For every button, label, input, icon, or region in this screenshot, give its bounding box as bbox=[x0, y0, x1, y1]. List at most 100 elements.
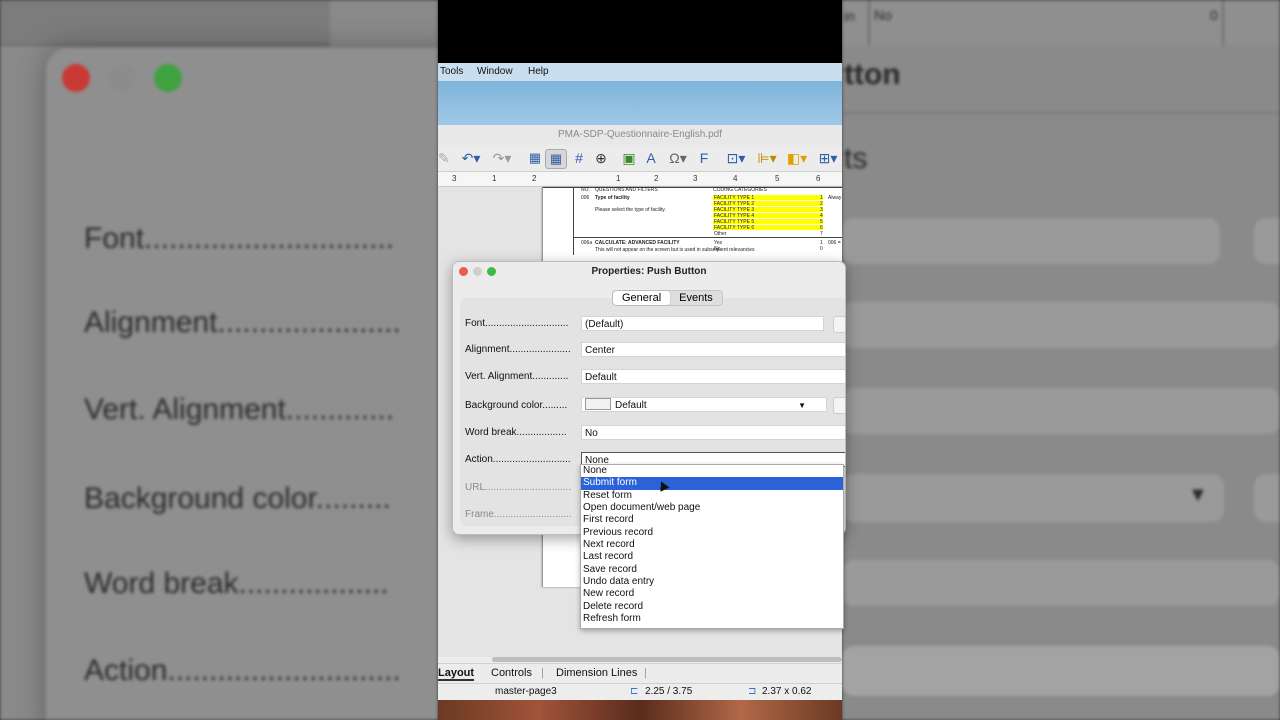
action-option[interactable]: Delete record bbox=[581, 601, 843, 613]
arrange-icon[interactable]: ◧▾ bbox=[784, 149, 810, 167]
tab-general[interactable]: General bbox=[613, 291, 671, 305]
status-position: 2.25 / 3.75 bbox=[645, 686, 693, 697]
tab-events[interactable]: Events bbox=[670, 291, 722, 305]
vert-alignment-label: Vert. Alignment............. bbox=[465, 371, 569, 382]
background-top-strip bbox=[0, 0, 330, 46]
menu-tools[interactable]: Tools bbox=[440, 66, 463, 77]
tab-layout[interactable]: Layout bbox=[438, 667, 475, 681]
menu-help[interactable]: Help bbox=[528, 66, 549, 77]
doc-q2-note: This will not appear on the screen but i… bbox=[595, 247, 755, 253]
background-background-color-label: Background color......... bbox=[84, 482, 391, 515]
text-box-icon[interactable]: A bbox=[642, 149, 660, 167]
tab-dimension-lines[interactable]: Dimension Lines bbox=[556, 667, 637, 679]
redo-icon[interactable]: ↷▾ bbox=[488, 149, 516, 167]
background-color-browse-button[interactable] bbox=[833, 397, 845, 414]
action-dropdown-list: None Submit form Reset form Open documen… bbox=[580, 464, 844, 629]
special-character-icon[interactable]: Ω▾ bbox=[664, 149, 692, 167]
background-vert-alignment-field bbox=[842, 388, 1280, 434]
doc-no: No bbox=[714, 246, 721, 252]
action-option[interactable]: Reset form bbox=[581, 490, 843, 502]
layer-tabs: Layout Controls | Dimension Lines | bbox=[438, 663, 842, 684]
action-option-selected[interactable]: Submit form bbox=[581, 477, 843, 490]
action-option[interactable]: Undo data entry bbox=[581, 576, 843, 588]
fontwork-icon[interactable]: F bbox=[696, 149, 712, 167]
color-swatch bbox=[585, 398, 611, 410]
clone-formatting-icon[interactable]: ✎ bbox=[438, 149, 450, 167]
desktop-wallpaper bbox=[438, 81, 842, 125]
font-field[interactable]: (Default) bbox=[581, 316, 824, 331]
action-option[interactable]: First record bbox=[581, 514, 843, 526]
alignment-select[interactable]: Center bbox=[581, 342, 845, 357]
action-option[interactable]: Save record bbox=[581, 564, 843, 576]
background-color-field bbox=[842, 474, 1224, 522]
doc-side-note: Alway bbox=[828, 195, 842, 201]
doc-q1-title: Type of facility bbox=[595, 195, 630, 201]
zoom-icon[interactable]: ⊕ bbox=[592, 149, 610, 167]
menu-window[interactable]: Window bbox=[477, 66, 513, 77]
ruler-mark: 3 bbox=[693, 174, 698, 183]
toolbar: ✎ ↶▾ ↷▾ ▦ ▦ # ⊕ ▣ A Ω▾ F ⊡▾ ⊫▾ ◧▾ ⊞▾ bbox=[438, 145, 842, 172]
ruler-mark: 6 bbox=[816, 174, 821, 183]
ruler-mark: 1 bbox=[492, 174, 497, 183]
background-color-select[interactable]: Default ▼ bbox=[581, 397, 827, 412]
dialog-title: Properties: Push Button bbox=[591, 266, 707, 277]
background-title-fragment: tton bbox=[844, 58, 901, 91]
tab-controls[interactable]: Controls bbox=[491, 667, 532, 679]
doc-no-code: 0 bbox=[820, 246, 823, 252]
horizontal-scrollbar[interactable] bbox=[492, 657, 842, 662]
doc-q2-title: CALCULATE: ADVANCED FACILITY bbox=[595, 240, 680, 246]
background-action-field bbox=[842, 646, 1280, 696]
background-vert-alignment-label: Vert. Alignment............. bbox=[84, 393, 395, 426]
action-option[interactable]: None bbox=[581, 465, 843, 477]
bottom-wallpaper-strip bbox=[438, 700, 842, 720]
action-option[interactable]: Previous record bbox=[581, 527, 843, 539]
background-color-value: Default bbox=[615, 400, 647, 411]
background-close-dot bbox=[62, 64, 90, 92]
status-bar: master-page3 ⊏ 2.25 / 3.75 ⊐ 2.37 x 0.62 bbox=[438, 683, 842, 701]
background-top-text-3: 0 bbox=[1210, 7, 1218, 23]
ruler-mark: 3 bbox=[452, 174, 457, 183]
background-alignment-label: Alignment...................... bbox=[84, 306, 401, 339]
transformations-icon[interactable]: ⊡▾ bbox=[722, 149, 750, 167]
helplines-icon[interactable]: # bbox=[570, 149, 588, 167]
alignment-label: Alignment...................... bbox=[465, 344, 571, 355]
action-label: Action............................ bbox=[465, 454, 571, 465]
action-option[interactable]: Next record bbox=[581, 539, 843, 551]
action-option[interactable]: Last record bbox=[581, 551, 843, 563]
background-word-break-label: Word break.................. bbox=[84, 567, 389, 600]
vert-alignment-select[interactable]: Default bbox=[581, 369, 845, 384]
background-color-label: Background color......... bbox=[465, 400, 568, 411]
font-browse-button[interactable] bbox=[833, 316, 845, 333]
document-title: PMA-SDP-Questionnaire-English.pdf bbox=[558, 129, 722, 140]
status-size: 2.37 x 0.62 bbox=[762, 686, 812, 697]
url-label: URL............................... bbox=[465, 482, 572, 493]
background-alignment-field bbox=[842, 302, 1280, 348]
background-zoomed-dialog bbox=[46, 48, 438, 720]
background-top-text-1: in bbox=[844, 8, 855, 24]
snap-to-grid-icon[interactable]: ▦ bbox=[545, 149, 567, 169]
action-option[interactable]: Refresh form bbox=[581, 613, 843, 625]
action-option[interactable]: Open document/web page bbox=[581, 502, 843, 514]
background-chevron-down-icon: ▼ bbox=[1188, 484, 1208, 506]
background-right-top-strip: in No 0 bbox=[842, 0, 1280, 46]
ruler-mark: 1 bbox=[616, 174, 621, 183]
align-objects-icon[interactable]: ⊫▾ bbox=[754, 149, 780, 167]
doc-q2-side: 006 = bbox=[828, 240, 841, 246]
background-font-field bbox=[842, 218, 1220, 264]
undo-icon[interactable]: ↶▾ bbox=[458, 149, 484, 167]
background-tab-fragment: ts bbox=[844, 142, 868, 175]
display-grid-icon[interactable]: ▦ bbox=[526, 149, 544, 167]
doc-q2-no: 006a bbox=[581, 240, 593, 246]
background-font-label: Font.............................. bbox=[84, 222, 395, 255]
distribute-icon[interactable]: ⊞▾ bbox=[814, 149, 842, 167]
action-option[interactable]: New record bbox=[581, 588, 843, 600]
background-word-break-field bbox=[842, 560, 1280, 606]
chevron-down-icon: ▼ bbox=[798, 401, 806, 410]
insert-image-icon[interactable]: ▣ bbox=[620, 149, 638, 167]
doc-q1-no: 006 bbox=[581, 195, 590, 201]
background-right-panel: in No 0 tton ts ▼ bbox=[842, 0, 1280, 720]
ruler-mark: 2 bbox=[654, 174, 659, 183]
horizontal-ruler: 3 1 2 1 2 3 4 5 6 bbox=[438, 172, 842, 187]
frame-label: Frame............................ bbox=[465, 509, 572, 520]
word-break-select[interactable]: No bbox=[581, 425, 845, 440]
